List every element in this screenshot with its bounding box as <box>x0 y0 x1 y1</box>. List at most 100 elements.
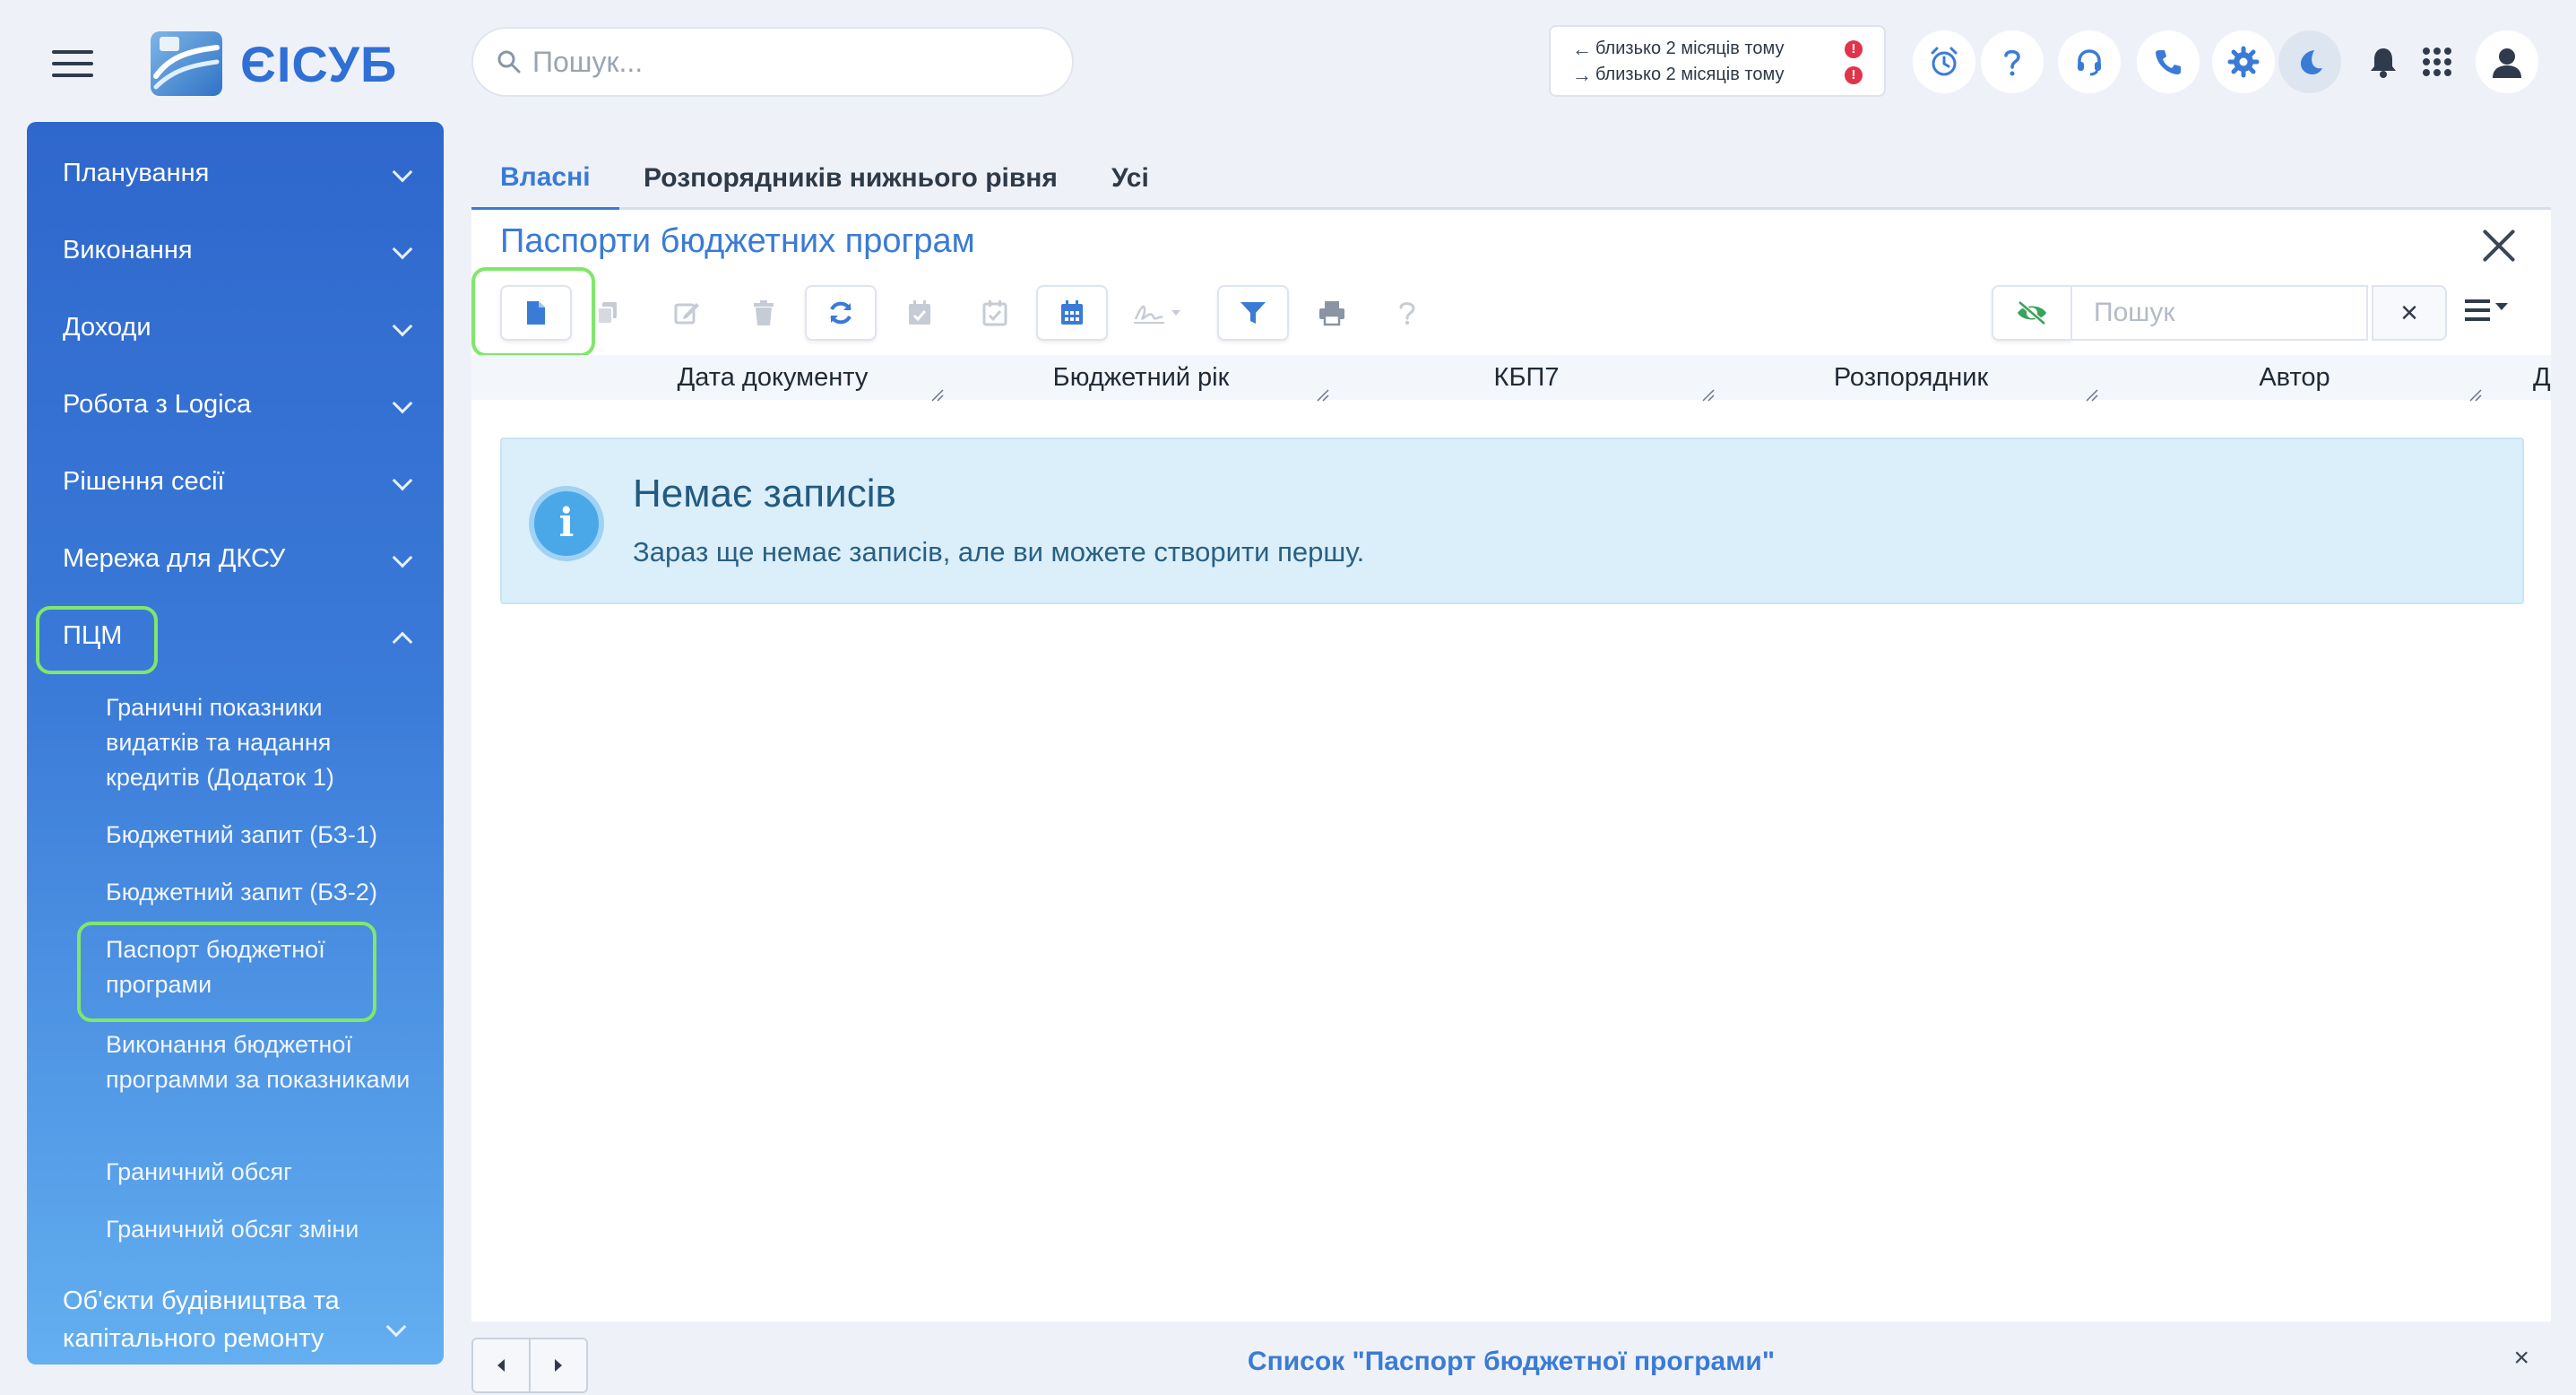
grid-search[interactable] <box>2072 285 2368 341</box>
warning-icon: ! <box>1845 39 1863 58</box>
resize-grip-icon[interactable] <box>930 380 945 402</box>
headset-icon[interactable] <box>2058 30 2121 93</box>
calendar-check-icon[interactable] <box>884 285 955 341</box>
print-icon[interactable] <box>1296 285 1368 341</box>
hidden-columns-toggle[interactable] <box>1992 285 2072 341</box>
chevron-down-icon <box>392 470 413 491</box>
main-panel: Паспорти бюджетних програм × <box>471 210 2551 1321</box>
tab-lower-level[interactable]: Розпорядників нижнього рівня <box>615 147 1086 210</box>
status-close-button[interactable]: × <box>2513 1343 2529 1373</box>
column-header-author[interactable]: Автор <box>2103 355 2486 402</box>
highlight-budget-passport <box>77 922 376 1022</box>
column-header-manager[interactable]: Розпорядник <box>1719 355 2103 402</box>
sidebar-item-session-decisions[interactable]: Рішення сесії <box>27 443 444 520</box>
next-page-button[interactable] <box>529 1339 586 1391</box>
brand-logo[interactable]: ЄІСУБ <box>151 30 397 97</box>
question-icon[interactable] <box>1981 30 2044 93</box>
sidebar-subitem-program-execution[interactable]: Виконання бюджетної программи за показни… <box>106 1027 411 1097</box>
copy-icon[interactable] <box>572 285 644 341</box>
tab-all[interactable]: Усі <box>1083 147 1178 210</box>
sidebar-subitem-budget-request-1[interactable]: Бюджетний запит (БЗ-1) <box>106 818 411 853</box>
sidebar-item-label: Виконання <box>63 235 193 264</box>
eye-slash-icon <box>2018 300 2046 325</box>
signature-dropdown-icon[interactable] <box>1119 285 1199 341</box>
column-label: Дата документу <box>677 362 869 392</box>
empty-state-message: Зараз ще немає записів, але ви можете ст… <box>633 536 1365 568</box>
sidebar-item-dksu-network[interactable]: Мережа для ДКСУ <box>27 520 444 597</box>
global-search[interactable] <box>471 27 1074 97</box>
top-bar: ЄІСУБ ← близько 2 місяців тому ! → близь… <box>0 0 2576 122</box>
grid-search-input[interactable] <box>2072 287 2341 339</box>
status-text: Список "Паспорт бюджетної програми" <box>1247 1347 1776 1376</box>
sidebar-item-label: Об'єкти будівництва та капітального ремо… <box>63 1287 340 1353</box>
sidebar-item-label: Робота з Logica <box>63 389 252 419</box>
chevron-up-icon <box>392 631 413 653</box>
column-label: Д <box>2533 362 2551 392</box>
sidebar-item-income[interactable]: Доходи <box>27 289 444 366</box>
chevron-down-icon <box>392 238 413 260</box>
calendar-check-outline-icon[interactable] <box>959 285 1031 341</box>
sidebar-subitem-limit-volume[interactable]: Граничний обсяг <box>106 1155 411 1190</box>
column-header-kbp7[interactable]: КБП7 <box>1334 355 1719 402</box>
sidebar-item-label: Доходи <box>63 312 151 342</box>
refresh-icon[interactable] <box>805 285 877 341</box>
close-icon[interactable] <box>2479 226 2519 265</box>
sidebar-item-label: Мережа для ДКСУ <box>63 543 286 573</box>
sidebar-item-construction[interactable]: Об'єкти будівництва та капітального ремо… <box>27 1278 385 1359</box>
moon-icon[interactable] <box>2278 30 2341 93</box>
filter-icon[interactable] <box>1217 285 1289 341</box>
sidebar-item-logica[interactable]: Робота з Logica <box>27 366 444 443</box>
caret-right-icon <box>555 1359 562 1372</box>
sync-outgoing-time: близько 2 місяців тому <box>1595 65 1785 84</box>
warning-icon: ! <box>1845 65 1863 84</box>
chevron-down-icon <box>392 547 413 568</box>
column-header-date[interactable]: Дата документу <box>471 355 948 402</box>
sidebar-subitem-budget-request-2[interactable]: Бюджетний запит (БЗ-2) <box>106 875 411 910</box>
arrow-right-icon: → <box>1572 63 1592 86</box>
caret-left-icon <box>497 1359 505 1372</box>
column-menu-icon[interactable] <box>2463 296 2517 332</box>
phone-icon[interactable] <box>2137 30 2200 93</box>
empty-state-alert: Немає записів Зараз ще немає записів, ал… <box>500 438 2524 604</box>
resize-grip-icon[interactable] <box>2468 380 2483 402</box>
previous-page-button[interactable] <box>473 1339 529 1391</box>
calendar-icon[interactable] <box>1036 285 1108 341</box>
column-label: Бюджетний рік <box>1052 362 1230 392</box>
sidebar-item-label: Планування <box>63 158 210 187</box>
help-icon[interactable] <box>1371 285 1443 341</box>
column-label: КБП7 <box>1493 362 1560 392</box>
sidebar-item-planning[interactable]: Планування <box>27 134 444 212</box>
alarm-clock-icon[interactable] <box>1913 30 1975 93</box>
column-label: Автор <box>2259 362 2330 392</box>
tab-bar: Власні Розпорядників нижнього рівня Усі <box>471 147 2551 212</box>
chevron-down-icon <box>392 393 413 414</box>
highlight-pcm <box>36 606 158 674</box>
gear-icon[interactable] <box>2212 30 2275 93</box>
apps-grid-icon[interactable] <box>2406 30 2468 93</box>
column-header-truncated[interactable]: Д <box>2533 355 2551 400</box>
search-icon <box>497 49 522 74</box>
resize-grip-icon[interactable] <box>1316 380 1330 402</box>
resize-grip-icon[interactable] <box>1701 380 1716 402</box>
logo-emblem-icon <box>151 31 222 96</box>
sidebar-item-label: Рішення сесії <box>63 466 225 496</box>
clear-search-button[interactable]: × <box>2372 285 2447 341</box>
user-icon[interactable] <box>2476 30 2538 93</box>
tab-own[interactable]: Власні <box>471 147 619 212</box>
page-title: Паспорти бюджетних програм <box>500 222 975 260</box>
edit-icon[interactable] <box>651 285 722 341</box>
sync-incoming: ← близько 2 місяців тому ! <box>1572 36 1863 62</box>
hamburger-menu-icon[interactable] <box>52 50 93 77</box>
column-header-budget-year[interactable]: Бюджетний рік <box>948 355 1334 402</box>
status-bar: Список "Паспорт бюджетної програми" × <box>471 1334 2551 1395</box>
global-search-input[interactable] <box>532 45 1034 79</box>
sidebar-item-execution[interactable]: Виконання <box>27 212 444 289</box>
sidebar-subitem-limit-volume-changes[interactable]: Граничний обсяг зміни <box>106 1212 411 1247</box>
column-label: Розпорядник <box>1833 362 1989 392</box>
pager <box>471 1338 588 1393</box>
chevron-down-icon <box>392 316 413 337</box>
sidebar-subitem-spending-limits[interactable]: Граничні показники видатків та надання к… <box>106 690 411 795</box>
resize-grip-icon[interactable] <box>2085 380 2099 402</box>
sync-status[interactable]: ← близько 2 місяців тому ! → близько 2 м… <box>1549 25 1886 97</box>
delete-icon[interactable] <box>728 285 800 341</box>
